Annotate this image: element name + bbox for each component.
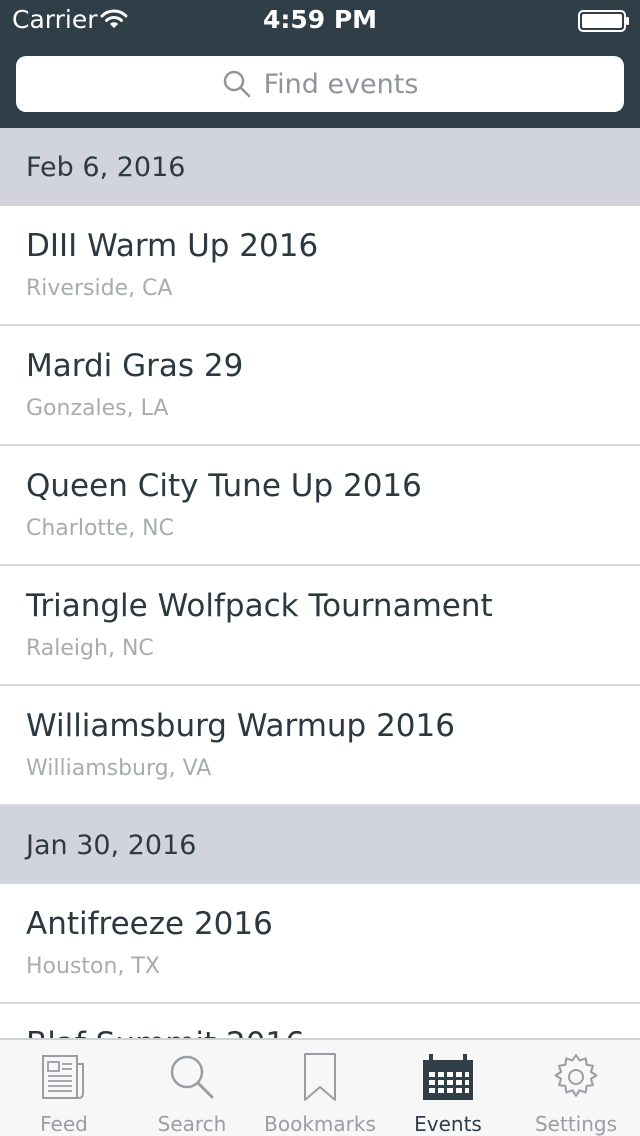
event-name: Mardi Gras 29 bbox=[26, 348, 244, 384]
events-screen: Carrier 4:59 PM Find events Feb 6, 2016 bbox=[0, 0, 640, 1136]
event-row[interactable]: Queen City Tune Up 2016 Charlotte, NC bbox=[0, 446, 640, 566]
event-location: Williamsburg, VA bbox=[26, 756, 212, 781]
event-location: Charlotte, NC bbox=[26, 516, 174, 541]
calendar-icon bbox=[423, 1054, 473, 1100]
section-header-date: Jan 30, 2016 bbox=[0, 806, 640, 884]
bookmark-icon bbox=[304, 1053, 336, 1101]
header: Carrier 4:59 PM Find events bbox=[0, 0, 640, 128]
section-header-date: Feb 6, 2016 bbox=[0, 128, 640, 206]
tab-label: Bookmarks bbox=[264, 1112, 376, 1136]
gear-icon bbox=[554, 1054, 598, 1097]
tab-label: Feed bbox=[40, 1112, 88, 1136]
search-input[interactable]: Find events bbox=[16, 56, 624, 112]
feed-icon bbox=[42, 1055, 84, 1099]
event-name: Blaf Summit 2016 bbox=[26, 1026, 305, 1038]
tab-settings[interactable]: Settings bbox=[512, 1040, 640, 1136]
event-name: Triangle Wolfpack Tournament bbox=[26, 588, 493, 624]
tab-bookmarks[interactable]: Bookmarks bbox=[256, 1040, 384, 1136]
event-location: Raleigh, NC bbox=[26, 636, 154, 661]
battery-icon bbox=[578, 10, 629, 32]
tab-feed[interactable]: Feed bbox=[0, 1040, 128, 1136]
event-row[interactable]: DIII Warm Up 2016 Riverside, CA bbox=[0, 206, 640, 326]
search-icon bbox=[170, 1055, 214, 1099]
event-name: DIII Warm Up 2016 bbox=[26, 228, 319, 264]
event-name: Antifreeze 2016 bbox=[26, 906, 273, 942]
tab-events[interactable]: Events bbox=[384, 1040, 512, 1136]
event-location: Houston, TX bbox=[26, 954, 160, 979]
event-name: Queen City Tune Up 2016 bbox=[26, 468, 422, 504]
events-list[interactable]: Feb 6, 2016 DIII Warm Up 2016 Riverside,… bbox=[0, 128, 640, 1038]
event-row[interactable]: Triangle Wolfpack Tournament Raleigh, NC bbox=[0, 566, 640, 686]
event-row[interactable]: Mardi Gras 29 Gonzales, LA bbox=[0, 326, 640, 446]
tab-label: Search bbox=[157, 1112, 227, 1136]
event-row[interactable]: Antifreeze 2016 Houston, TX bbox=[0, 884, 640, 1004]
event-location: Gonzales, LA bbox=[26, 396, 169, 421]
status-time: 4:59 PM bbox=[262, 5, 378, 34]
status-bar: Carrier 4:59 PM bbox=[0, 0, 640, 40]
search-icon bbox=[223, 70, 250, 98]
event-row[interactable]: Williamsburg Warmup 2016 Williamsburg, V… bbox=[0, 686, 640, 806]
tab-bar: Feed Search Bookmarks Events Settings bbox=[0, 1038, 640, 1136]
search-placeholder: Find events bbox=[263, 68, 419, 100]
tab-label: Events bbox=[414, 1112, 482, 1136]
event-row[interactable]: Blaf Summit 2016 bbox=[0, 1004, 640, 1038]
event-name: Williamsburg Warmup 2016 bbox=[26, 708, 455, 744]
tab-label: Settings bbox=[534, 1112, 618, 1136]
tab-search[interactable]: Search bbox=[128, 1040, 256, 1136]
event-location: Riverside, CA bbox=[26, 276, 173, 301]
